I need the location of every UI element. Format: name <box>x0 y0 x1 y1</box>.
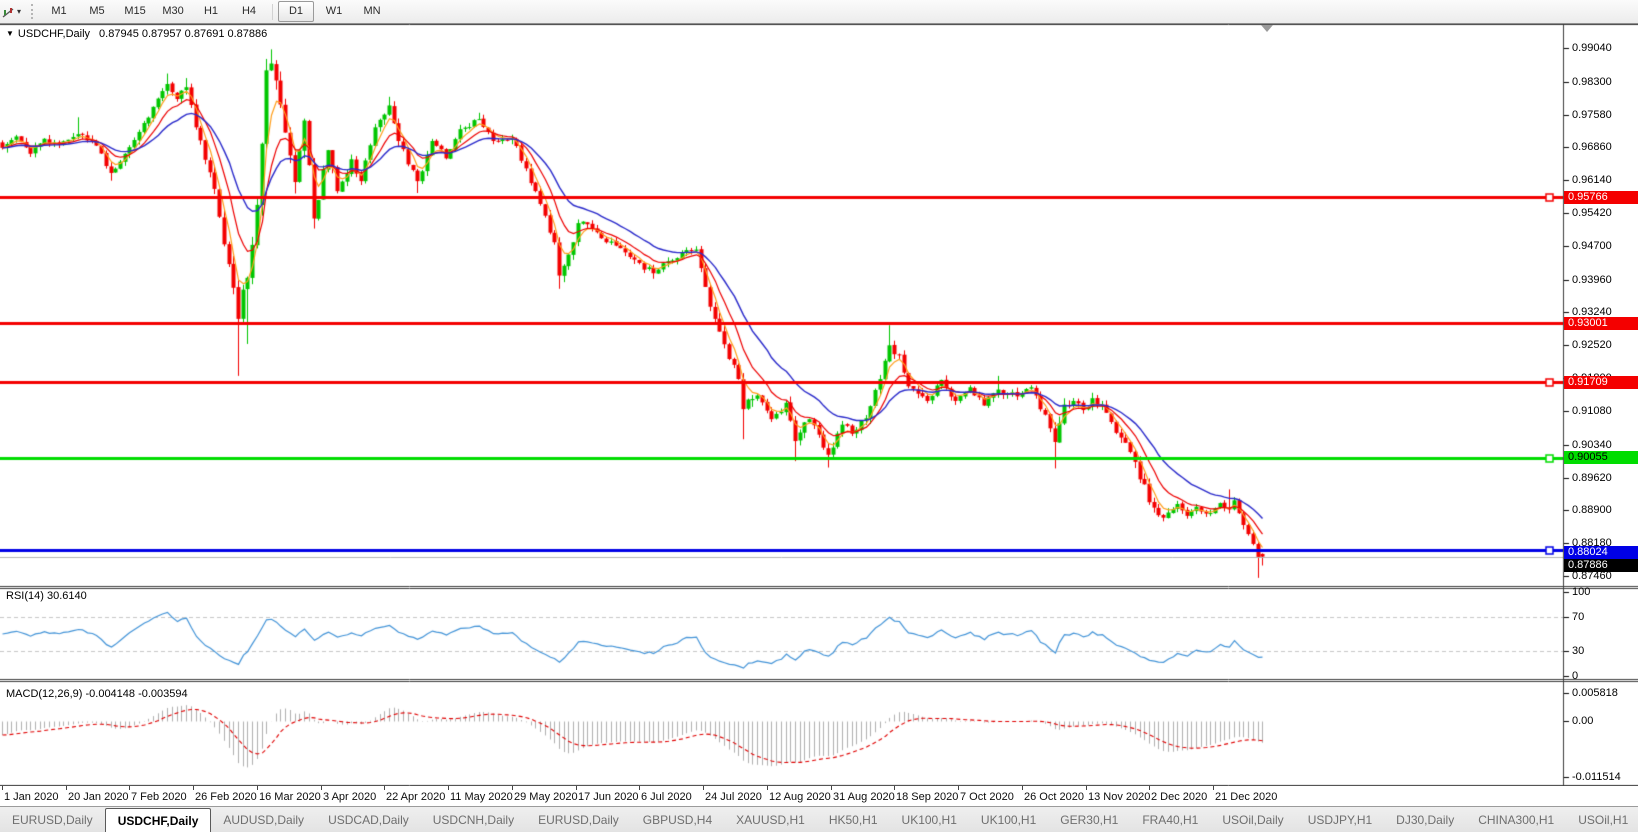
tab-gbpusd-h4[interactable]: GBPUSD,H4 <box>631 807 724 832</box>
timeframe-button-h4[interactable]: H4 <box>231 1 267 22</box>
date-axis-tick <box>66 786 67 790</box>
price-chart-canvas[interactable] <box>0 24 1638 786</box>
tab-uk100-h1[interactable]: UK100,H1 <box>890 807 969 832</box>
timeframe-button-m5[interactable]: M5 <box>79 1 115 22</box>
timeframe-button-d1[interactable]: D1 <box>278 1 315 22</box>
date-axis-label: 22 Apr 2020 <box>386 791 446 803</box>
date-axis-label: 16 Mar 2020 <box>259 791 321 803</box>
date-axis-tick <box>703 786 704 790</box>
tab-usdjpy-h1[interactable]: USDJPY,H1 <box>1296 807 1384 832</box>
mt4-window: ▾ M1 M5 M15 M30 H1 H4 D1 W1 MN ▼ USDCHF,Daily 0.87… <box>0 0 1638 832</box>
date-axis-tick <box>384 786 385 790</box>
chevron-down-icon[interactable]: ▾ <box>16 7 25 16</box>
date-axis-tick <box>958 786 959 790</box>
date-axis-label: 3 Apr 2020 <box>323 791 377 803</box>
tab-ger30-h1[interactable]: GER30,H1 <box>1048 807 1130 832</box>
date-axis-tick <box>1022 786 1023 790</box>
date-axis-tick <box>1213 786 1214 790</box>
tab-xauusd-h1[interactable]: XAUUSD,H1 <box>724 807 817 832</box>
date-axis-label: 2 Dec 2020 <box>1151 791 1208 803</box>
date-axis-label: 21 Dec 2020 <box>1215 791 1278 803</box>
timeframe-button-h1[interactable]: H1 <box>193 1 229 22</box>
tab-usoil-h1[interactable]: USOil,H1 <box>1566 807 1638 832</box>
chart-tool-button[interactable]: ▾ <box>0 0 27 23</box>
tab-usdcad-daily[interactable]: USDCAD,Daily <box>316 807 421 832</box>
timeframe-button-m30[interactable]: M30 <box>155 1 191 22</box>
tab-usoil-daily[interactable]: USOil,Daily <box>1210 807 1295 832</box>
date-axis-label: 1 Jan 2020 <box>4 791 59 803</box>
date-axis-tick <box>639 786 640 790</box>
date-axis-tick <box>1149 786 1150 790</box>
date-axis-tick <box>321 786 322 790</box>
tab-dj30-daily[interactable]: DJ30,Daily <box>1384 807 1466 832</box>
tab-fra40-h1[interactable]: FRA40,H1 <box>1130 807 1210 832</box>
tab-uk100-h1[interactable]: UK100,H1 <box>969 807 1048 832</box>
date-axis-tick <box>512 786 513 790</box>
timeframe-buttons: M1 M5 M15 M30 H1 H4 D1 W1 MN <box>40 1 391 22</box>
date-axis-tick <box>894 786 895 790</box>
timeframe-button-mn[interactable]: MN <box>354 1 390 22</box>
tab-audusd-daily[interactable]: AUDUSD,Daily <box>211 807 316 832</box>
date-axis-label: 20 Jan 2020 <box>68 791 129 803</box>
date-axis-label: 18 Sep 2020 <box>896 791 959 803</box>
chart-panels <box>0 24 1638 786</box>
date-axis-label: 12 Aug 2020 <box>769 791 831 803</box>
timeframe-button-m15[interactable]: M15 <box>117 1 153 22</box>
tab-usdchf-daily[interactable]: USDCHF,Daily <box>104 808 212 832</box>
timeframe-button-m1[interactable]: M1 <box>41 1 77 22</box>
tab-hk50-h1[interactable]: HK50,H1 <box>817 807 890 832</box>
date-axis[interactable]: 1 Jan 2020 20 Jan 2020 7 Feb 2020 26 Feb 20… <box>0 786 1638 806</box>
date-axis-label: 7 Oct 2020 <box>960 791 1014 803</box>
timeframe-group-separator <box>272 3 274 20</box>
date-axis-tick <box>448 786 449 790</box>
tab-eurusd-daily[interactable]: EURUSD,Daily <box>0 807 105 832</box>
timeframe-toolbar: ▾ M1 M5 M15 M30 H1 H4 D1 W1 MN <box>0 0 1638 24</box>
date-axis-label: 11 May 2020 <box>450 791 513 803</box>
tab-china300-h1[interactable]: CHINA300,H1 <box>1466 807 1566 832</box>
date-axis-label: 13 Nov 2020 <box>1088 791 1151 803</box>
date-axis-label: 26 Oct 2020 <box>1024 791 1084 803</box>
date-axis-tick <box>767 786 768 790</box>
chart-cursor-icon <box>0 4 16 20</box>
date-axis-tick <box>2 786 3 790</box>
date-axis-label: 6 Jul 2020 <box>641 791 692 803</box>
chart-tab-bar: EURUSD,Daily USDCHF,Daily AUDUSD,Daily USDC… <box>0 806 1638 832</box>
date-axis-tick <box>129 786 130 790</box>
date-axis-tick <box>193 786 194 790</box>
date-axis-label: 24 Jul 2020 <box>705 791 762 803</box>
tab-usdcnh-daily[interactable]: USDCNH,Daily <box>421 807 526 832</box>
date-axis-label: 31 Aug 2020 <box>833 791 895 803</box>
tab-eurusd-daily[interactable]: EURUSD,Daily <box>526 807 631 832</box>
timeframe-button-w1[interactable]: W1 <box>316 1 352 22</box>
toolbar-grip <box>31 4 34 19</box>
date-axis-tick <box>831 786 832 790</box>
date-axis-tick <box>576 786 577 790</box>
date-axis-label: 26 Feb 2020 <box>195 791 257 803</box>
date-axis-label: 29 May 2020 <box>514 791 578 803</box>
date-axis-tick <box>257 786 258 790</box>
date-axis-tick <box>1086 786 1087 790</box>
date-axis-label: 7 Feb 2020 <box>131 791 187 803</box>
date-axis-label: 17 Jun 2020 <box>578 791 639 803</box>
